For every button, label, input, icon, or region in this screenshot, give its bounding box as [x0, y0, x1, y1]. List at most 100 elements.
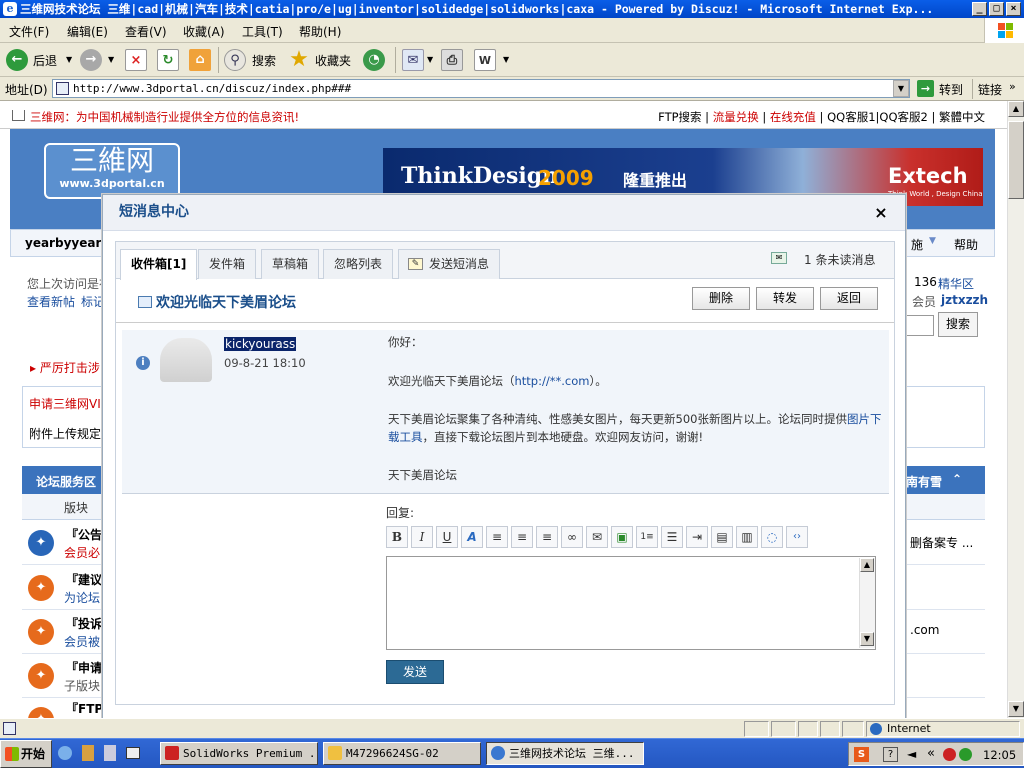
scroll-up-icon[interactable]: ▲ — [860, 558, 874, 572]
input-method-icon[interactable]: S — [854, 747, 869, 762]
favorites-button[interactable]: 收藏夹 — [315, 52, 351, 69]
window-title-bar[interactable]: e 三维网技术论坛 三维|cad|机械|汽车|技术|catia|pro/e|ug… — [0, 0, 1024, 18]
site-logo[interactable]: 三維网 www.3dportal.cn — [44, 143, 180, 199]
menu-view[interactable]: 查看(V) — [125, 23, 167, 40]
link-icon[interactable]: ∞ — [561, 526, 583, 548]
address-input[interactable]: http://www.3dportal.cn/discuz/index.php#… — [52, 79, 910, 98]
search-button[interactable]: 搜索 — [252, 52, 276, 69]
align-center-icon[interactable]: ≡ — [511, 526, 533, 548]
refresh-icon[interactable]: ↻ — [157, 49, 179, 71]
scroll-down-icon[interactable]: ▼ — [860, 632, 874, 646]
send-button[interactable]: 发送 — [386, 660, 444, 684]
align-right-icon[interactable]: ≡ — [536, 526, 558, 548]
tab-drafts[interactable]: 草稿箱 — [261, 249, 320, 279]
mail-dropdown-icon[interactable]: ▼ — [427, 55, 433, 64]
crackdown-notice[interactable]: ▸ 严厉打击涉 — [30, 359, 100, 376]
email-icon[interactable]: ✉ — [586, 526, 608, 548]
menu-favorites[interactable]: 收藏(A) — [183, 23, 225, 40]
image-icon[interactable]: ▣ — [611, 526, 633, 548]
underline-icon[interactable]: U — [436, 526, 458, 548]
volume-icon[interactable]: ◄ — [907, 747, 916, 761]
elite-link[interactable]: 精华区 — [938, 275, 974, 292]
back-button[interactable]: 返回 — [820, 287, 878, 310]
ie-quicklaunch-icon[interactable] — [58, 746, 72, 760]
new-posts-link[interactable]: 查看新帖 — [27, 293, 75, 310]
home-icon[interactable]: ⌂ — [189, 49, 211, 71]
chevron-down-icon[interactable]: ▼ — [929, 236, 936, 246]
menu-help[interactable]: 帮助(H) — [299, 23, 341, 40]
member-name-link[interactable]: jztxzzh — [941, 293, 988, 307]
qq1-link[interactable]: QQ客服1 — [827, 110, 875, 124]
sender-name[interactable]: kickyourass — [224, 337, 297, 351]
security-tray-icon[interactable] — [943, 748, 956, 761]
float-left-icon[interactable]: ▤ — [711, 526, 733, 548]
close-icon[interactable]: × — [873, 205, 889, 221]
star-icon[interactable]: ★ — [288, 49, 310, 71]
align-left-icon[interactable]: ≡ — [486, 526, 508, 548]
tab-send-message[interactable]: ✎ 发送短消息 — [398, 249, 501, 279]
ftp-search-link[interactable]: FTP搜索 — [658, 110, 701, 124]
tab-inbox[interactable]: 收件箱[1] — [120, 249, 198, 280]
collapse-icon[interactable]: ⌃ — [952, 472, 962, 486]
nav-username[interactable]: yearbyyear — [25, 236, 101, 250]
clock[interactable]: 12:05 — [983, 748, 1016, 762]
ordered-list-icon[interactable]: 1≡ — [636, 526, 658, 548]
italic-icon[interactable]: I — [411, 526, 433, 548]
scroll-down-icon[interactable]: ▼ — [1008, 701, 1024, 717]
search-button[interactable]: 搜索 — [938, 312, 978, 337]
tab-outbox[interactable]: 发件箱 — [198, 249, 257, 279]
stop-icon[interactable]: × — [125, 49, 147, 71]
scroll-thumb[interactable] — [1008, 121, 1024, 199]
code-icon[interactable]: ‹› — [786, 526, 808, 548]
print-icon[interactable]: ⎙ — [441, 49, 463, 71]
scroll-up-icon[interactable]: ▲ — [1008, 101, 1024, 117]
edit-icon[interactable]: W — [474, 49, 496, 71]
minimize-button[interactable]: _ — [972, 2, 987, 16]
nav-item[interactable]: 施 — [911, 236, 923, 253]
history-icon[interactable]: ◔ — [363, 49, 385, 71]
unordered-list-icon[interactable]: ☰ — [661, 526, 683, 548]
textarea-scrollbar[interactable]: ▲ ▼ — [859, 558, 875, 648]
font-color-icon[interactable]: A — [461, 526, 483, 548]
search-icon[interactable]: ⚲ — [224, 49, 246, 71]
taskbar-item-folder[interactable]: M47296624SG-02 — [323, 742, 481, 765]
back-arrow-icon[interactable]: ← — [6, 49, 28, 71]
menu-edit[interactable]: 编辑(E) — [67, 23, 108, 40]
float-right-icon[interactable]: ▥ — [736, 526, 758, 548]
search-field[interactable] — [906, 315, 934, 336]
forward-button[interactable]: 转发 — [756, 287, 814, 310]
back-dropdown-icon[interactable]: ▼ — [66, 55, 72, 64]
address-dropdown-icon[interactable]: ▼ — [893, 80, 909, 97]
links-button[interactable]: 链接 — [978, 81, 1002, 98]
network-tray-icon[interactable] — [959, 748, 972, 761]
start-button[interactable]: 开始 — [0, 740, 52, 768]
page-scrollbar[interactable]: ▲ ▼ — [1007, 101, 1024, 718]
maximize-button[interactable]: □ — [989, 2, 1004, 16]
quote-icon[interactable]: ◌ — [761, 526, 783, 548]
mail-icon[interactable]: ✉ — [402, 49, 424, 71]
forward-arrow-icon[interactable]: → — [80, 49, 102, 71]
links-chevron-icon[interactable]: » — [1009, 80, 1016, 93]
go-button[interactable]: 转到 — [939, 81, 963, 98]
home-icon[interactable] — [12, 110, 25, 121]
edit-dropdown-icon[interactable]: ▼ — [503, 55, 509, 64]
apply-vip-link[interactable]: 申请三维网VIP — [29, 395, 108, 412]
desktop-quicklaunch-icon[interactable] — [126, 747, 140, 759]
delete-button[interactable]: 删除 — [692, 287, 750, 310]
notepad-quicklaunch-icon[interactable] — [104, 745, 116, 761]
attach-rules-link[interactable]: 附件上传规定 — [29, 425, 101, 442]
help-icon[interactable]: ? — [883, 747, 898, 762]
menu-file[interactable]: 文件(F) — [9, 23, 49, 40]
welcome-link[interactable]: http://**.com — [515, 374, 590, 388]
taskbar-item-browser[interactable]: 三维网技术论坛 三维... — [486, 742, 644, 765]
go-arrow-icon[interactable]: → — [917, 80, 934, 97]
nav-help[interactable]: 帮助 — [954, 236, 978, 253]
reply-textarea[interactable]: ▲ ▼ — [386, 556, 876, 650]
taskbar-item-solidworks[interactable]: SolidWorks Premium ... — [160, 742, 318, 765]
recharge-link[interactable]: 在线充值 — [770, 110, 816, 124]
back-button[interactable]: 后退 — [33, 52, 57, 69]
bold-icon[interactable]: B — [386, 526, 408, 548]
tab-ignore-list[interactable]: 忽略列表 — [323, 249, 394, 279]
menu-tools[interactable]: 工具(T) — [242, 23, 283, 40]
unread-count[interactable]: 1 条未读消息 — [804, 251, 875, 268]
